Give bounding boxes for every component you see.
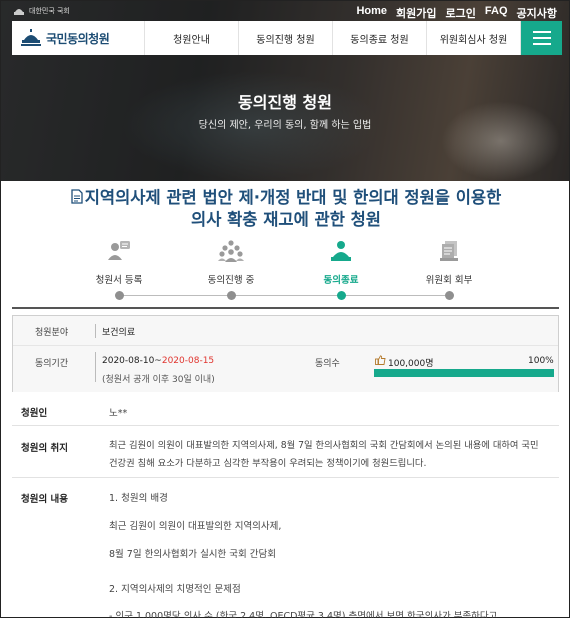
agree-count-label: 동의수 (315, 359, 340, 369)
main-navigation: 국민동의청원 청원안내 동의진행 청원 동의종료 청원 위원회심사 청원 (12, 21, 562, 55)
step-dot (227, 291, 236, 300)
purpose-label: 청원의 취지 (21, 443, 69, 454)
content-line: 최근 김원이 의원이 대표발의한 지역의사제, (109, 521, 282, 532)
register-icon (108, 241, 130, 260)
hero-title: 동의진행 청원 (238, 93, 332, 112)
step-connector-line (119, 295, 445, 296)
menu-bar-icon (532, 31, 551, 33)
petitioner-value: 노** (109, 408, 128, 419)
step-register: 청원서 등록 (69, 239, 169, 286)
national-assembly-emblem-icon (14, 9, 24, 15)
hero-subtitle: 당신의 제안, 우리의 동의, 함께 하는 입법 (198, 120, 372, 131)
purpose-text: 최근 김원이 의원이 대표발의한 지역의사제, 8월 7일 한의사협회의 국회 … (109, 440, 539, 469)
field-label: 청원분야 (35, 328, 69, 338)
thumbs-up-icon (375, 355, 386, 365)
site-logo[interactable]: 국민동의청원 (12, 21, 145, 55)
home-link[interactable]: Home (356, 5, 387, 21)
utility-links: Home 회원가입 로그인 FAQ 공지사항 (356, 5, 557, 21)
nav-closed-petitions[interactable]: 동의종료 청원 (333, 21, 427, 55)
faq-link[interactable]: FAQ (485, 5, 508, 21)
step-closed-label: 동의종료 (323, 275, 359, 286)
national-assembly-logo-icon (21, 29, 41, 46)
menu-bar-icon (532, 37, 551, 39)
petition-info-table: 청원분야 보건의료 동의기간 2020-08-10~2020-08-15 (청원… (12, 315, 559, 392)
period-note: (청원서 공개 이후 30일 이내) (102, 375, 215, 385)
column-separator (95, 324, 96, 338)
step-closed: 동의종료 (291, 239, 391, 286)
step-register-label: 청원서 등록 (95, 275, 143, 286)
field-divider (12, 425, 559, 426)
nav-petition-guide[interactable]: 청원안내 (145, 21, 239, 55)
menu-bar-icon (532, 43, 551, 45)
top-utility-bar: 대한민국 국회 Home 회원가입 로그인 FAQ 공지사항 (1, 1, 569, 21)
agreement-progress-bar (374, 369, 554, 377)
signup-link[interactable]: 회원가입 (396, 5, 436, 21)
step-dot (115, 291, 124, 300)
agreement-progress-fill (374, 369, 554, 377)
agree-percent: 100% (528, 356, 554, 366)
person-check-icon (331, 241, 351, 261)
nav-ongoing-petitions[interactable]: 동의진행 청원 (239, 21, 333, 55)
period-start: 2020-08-10~ (102, 356, 162, 366)
petition-progress-steps: 청원서 등록 동의진행 중 동의종료 위원회 회부 (1, 239, 569, 299)
info-row-field: 청원분야 보건의료 (13, 316, 558, 346)
hamburger-menu-button[interactable] (521, 21, 562, 55)
logo-text: 국민동의청원 (46, 31, 110, 46)
step-in-progress: 동의진행 중 (181, 239, 281, 286)
step-in-progress-label: 동의진행 중 (207, 275, 255, 286)
petition-title-line1: 지역의사제 관련 법안 제·개정 반대 및 한의대 정원을 이용한 (84, 188, 502, 207)
national-assembly-label: 대한민국 국회 (29, 7, 70, 15)
login-link[interactable]: 로그인 (446, 5, 476, 21)
hero-banner: 대한민국 국회 Home 회원가입 로그인 FAQ 공지사항 국민동의청원 청원… (1, 1, 569, 181)
column-separator (95, 352, 96, 382)
step-dot (445, 291, 454, 300)
petition-title: 지역의사제 관련 법안 제·개정 반대 및 한의대 정원을 이용한 의사 확충 … (31, 187, 541, 231)
national-assembly-link[interactable]: 대한민국 국회 (13, 6, 70, 16)
content-line: 1. 청원의 배경 (109, 493, 168, 504)
step-dot-active (337, 291, 346, 300)
document-icon (71, 189, 83, 204)
section-divider (12, 307, 559, 309)
content-line: 2. 지역의사제의 치명적인 문제점 (109, 584, 241, 595)
content-label: 청원의 내용 (21, 494, 69, 505)
field-value: 보건의료 (102, 328, 136, 338)
period-dates: 2020-08-10~2020-08-15 (102, 356, 214, 366)
agree-count: 100,000명 (388, 359, 434, 369)
step-committee: 위원회 회부 (399, 239, 499, 286)
content-line: 8월 7일 한의사협회가 실시한 국회 간담회 (109, 549, 277, 560)
notice-link[interactable]: 공지사항 (517, 5, 557, 21)
period-label: 동의기간 (35, 359, 69, 369)
period-end: 2020-08-15 (161, 356, 215, 366)
documents-stack-icon (440, 241, 458, 261)
nav-committee-review[interactable]: 위원회심사 청원 (427, 21, 521, 55)
content-line: - 인구 1,000명당 의사 수 (한국 2.4명, OECD평균 3.4명)… (109, 611, 498, 618)
people-group-icon (218, 240, 244, 262)
field-divider (12, 477, 559, 478)
petition-title-line2: 의사 확충 재고에 관한 청원 (191, 210, 381, 229)
petitioner-label: 청원인 (21, 408, 48, 419)
step-committee-label: 위원회 회부 (425, 275, 473, 286)
